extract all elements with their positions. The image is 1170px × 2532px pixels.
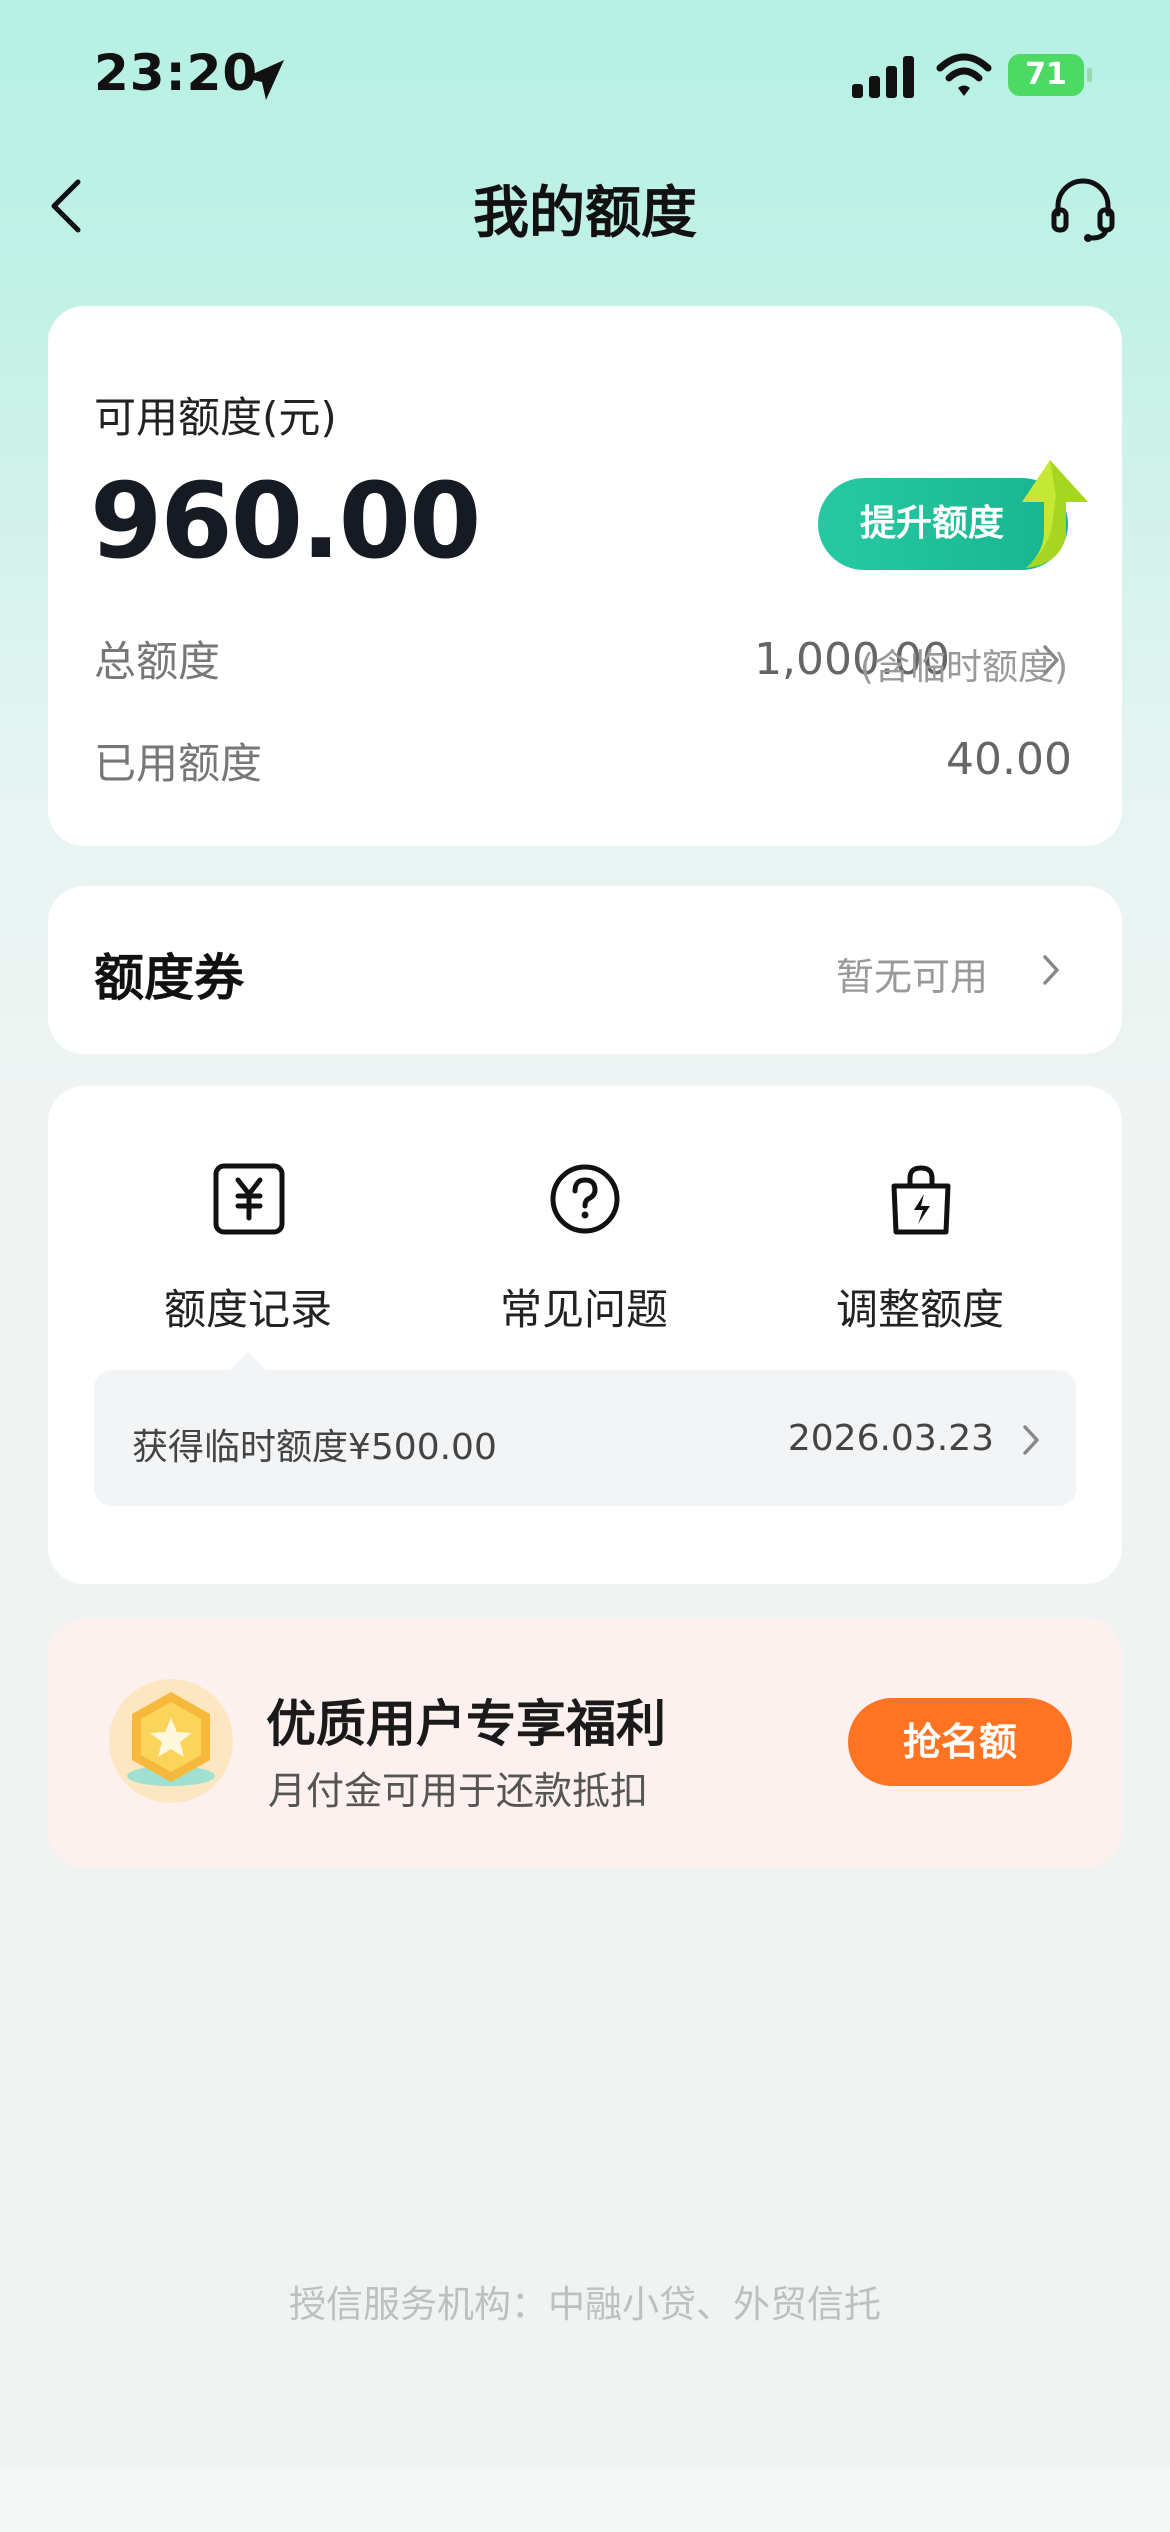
latest-record-text: 获得临时额度¥500.00 <box>132 1427 497 1468</box>
promo-subtitle: 月付金可用于还款抵扣 <box>268 1769 649 1813</box>
available-quota-value: 960.00 <box>90 460 481 582</box>
credit-institution-footer: 授信服务机构：中融小贷、外贸信托 <box>289 2283 881 2326</box>
used-quota-label: 已用额度 <box>94 739 263 788</box>
bottom-band <box>0 2468 1170 2532</box>
grab-slot-button[interactable]: 抢名额 <box>848 1698 1072 1786</box>
location-arrow-icon <box>244 60 284 100</box>
total-quota-label: 总额度 <box>94 637 221 686</box>
question-circle-icon[interactable] <box>548 1162 622 1236</box>
battery-indicator: 71 <box>1008 54 1092 98</box>
quota-record-label[interactable]: 额度记录 <box>98 1276 398 1337</box>
status-time: 23:20 <box>94 44 259 102</box>
quota-coupon-status: 暂无可用 <box>835 955 988 999</box>
yen-receipt-icon[interactable] <box>212 1162 286 1236</box>
up-arrow-icon <box>1022 460 1088 568</box>
used-quota-value: 40.00 <box>946 734 1072 785</box>
available-quota-label: 可用额度(元) <box>94 393 337 442</box>
battery-level: 71 <box>1008 54 1084 96</box>
temporary-quota-note[interactable]: (含临时额度) <box>860 638 1068 690</box>
page-title: 我的额度 <box>473 181 697 246</box>
chevron-right-icon[interactable] <box>1020 1422 1042 1458</box>
latest-record-date: 2026.03.23 <box>787 1418 994 1459</box>
wifi-icon <box>936 53 992 96</box>
chevron-right-icon[interactable] <box>1040 642 1062 678</box>
adjust-quota-label[interactable]: 调整额度 <box>770 1276 1070 1337</box>
chevron-right-icon[interactable] <box>1040 952 1062 988</box>
bag-lightning-icon[interactable] <box>884 1162 958 1236</box>
cellular-signal-icon <box>852 56 914 98</box>
promo-title: 优质用户专享福利 <box>266 1695 666 1753</box>
battery-cap <box>1087 68 1092 82</box>
quota-coupon-title: 额度券 <box>94 949 244 1007</box>
gold-coin-star-icon <box>109 1679 233 1803</box>
record-pointer <box>230 1352 266 1370</box>
faq-label[interactable]: 常见问题 <box>434 1276 734 1337</box>
customer-service-headset-icon[interactable] <box>1048 174 1118 244</box>
